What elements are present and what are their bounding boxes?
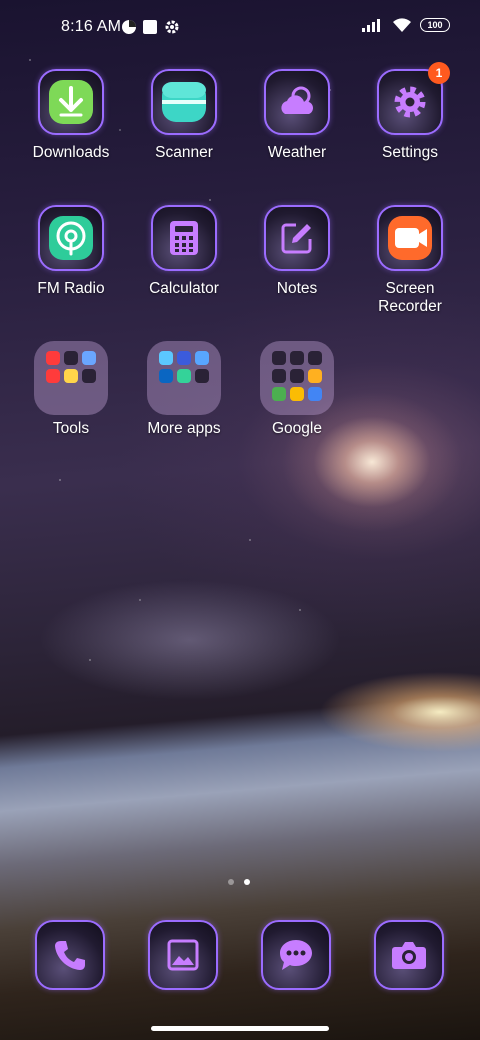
dock-phone[interactable]: [15, 920, 125, 990]
app-tile[interactable]: [377, 205, 443, 271]
home-gesture-bar[interactable]: [151, 1026, 329, 1031]
app-label: Settings: [381, 144, 438, 161]
page-dot-active[interactable]: [244, 879, 250, 885]
folder-app-icon: [272, 387, 286, 401]
folder-app-icon: [82, 369, 96, 383]
folder-app-icon: [159, 351, 173, 365]
folder-label: More apps: [147, 420, 221, 437]
app-scanner[interactable]: Scanner: [129, 69, 239, 162]
folder-app-icon: [272, 369, 286, 383]
folder-app-icon: [308, 369, 322, 383]
camera-icon: [392, 942, 426, 969]
gallery-icon: [167, 939, 199, 971]
folder-app-icon: [64, 351, 78, 365]
app-tile[interactable]: [151, 205, 217, 271]
folder-app-icon: [290, 351, 304, 365]
folder-google[interactable]: Google: [242, 341, 352, 438]
folder-app-icon: [46, 369, 60, 383]
folder-app-icon: [82, 351, 96, 365]
app-weather[interactable]: Weather: [242, 69, 352, 162]
app-screen-recorder[interactable]: Screen Recorder: [355, 205, 465, 316]
status-bar: 8:16 AM 100: [0, 0, 480, 56]
page-indicator: [228, 879, 250, 885]
app-label: Weather: [267, 144, 327, 161]
app-tile[interactable]: [374, 920, 444, 990]
messages-icon: [280, 940, 312, 970]
battery-icon: 100: [420, 18, 450, 32]
folder-preview[interactable]: [34, 341, 108, 415]
phone-icon: [55, 941, 85, 970]
app-downloads[interactable]: Downloads: [16, 69, 126, 162]
folder-label: Google: [272, 420, 322, 437]
wifi-icon: [393, 18, 411, 32]
folder-app-icon: [46, 351, 60, 365]
folder-app-icon: [195, 351, 209, 365]
signal-icon: [362, 19, 380, 32]
app-label: Notes: [276, 280, 318, 297]
app-tile[interactable]: [38, 69, 104, 135]
folder-app-icon: [195, 369, 209, 383]
folder-app-icon: [308, 387, 322, 401]
app-tile[interactable]: [38, 205, 104, 271]
folder-app-icon: [308, 351, 322, 365]
vpn-icon: [122, 20, 136, 34]
app-notes[interactable]: Notes: [242, 205, 352, 298]
app-label: FM Radio: [37, 280, 105, 297]
folder-app-icon: [290, 369, 304, 383]
status-time: 8:16 AM: [61, 18, 122, 35]
app-tile[interactable]: [35, 920, 105, 990]
folder-tools[interactable]: Tools: [16, 341, 126, 438]
cloud-icon: [281, 86, 313, 114]
settings-icon: [165, 20, 179, 34]
notification-badge: 1: [428, 62, 450, 84]
gear-icon: [394, 86, 426, 118]
folder-app-icon: [177, 369, 191, 383]
app-tile[interactable]: [261, 920, 331, 990]
folder-app-icon: [64, 369, 78, 383]
dock-camera[interactable]: [354, 920, 464, 990]
download-arrow-icon: [49, 80, 93, 124]
scanner-icon: [162, 82, 206, 122]
app-label: Scanner: [155, 144, 213, 161]
folder-app-icon: [272, 351, 286, 365]
dock-messages[interactable]: [241, 920, 351, 990]
app-label: Calculator: [149, 280, 219, 297]
app-calculator[interactable]: Calculator: [129, 205, 239, 298]
folder-preview[interactable]: [147, 341, 221, 415]
folder-app-icon: [159, 369, 173, 383]
dock-gallery[interactable]: [128, 920, 238, 990]
video-camera-icon: [388, 216, 432, 260]
app-settings[interactable]: 1 Settings: [355, 62, 465, 162]
calculator-icon: [170, 221, 198, 255]
app-tile[interactable]: [264, 205, 330, 271]
page-dot[interactable]: [228, 879, 234, 885]
notification-icon: [143, 20, 157, 34]
folder-app-icon: [177, 351, 191, 365]
radio-icon: [49, 216, 93, 260]
app-tile[interactable]: [148, 920, 218, 990]
app-label: Downloads: [32, 144, 110, 161]
app-fm-radio[interactable]: FM Radio: [16, 205, 126, 298]
pen-note-icon: [281, 223, 312, 254]
folder-more-apps[interactable]: More apps: [129, 341, 239, 438]
folder-preview[interactable]: [260, 341, 334, 415]
folder-app-icon: [290, 387, 304, 401]
app-tile[interactable]: [264, 69, 330, 135]
app-tile[interactable]: [151, 69, 217, 135]
folder-label: Tools: [52, 420, 90, 437]
app-tile[interactable]: 1: [377, 62, 450, 135]
app-label: Screen Recorder: [378, 280, 442, 315]
